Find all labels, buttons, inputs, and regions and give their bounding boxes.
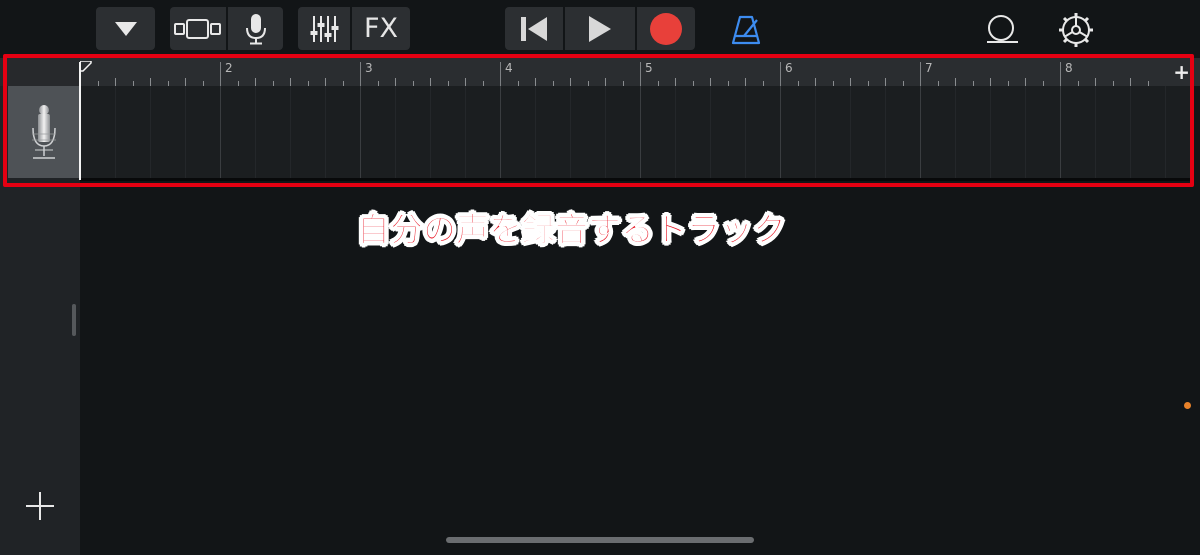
play-icon [589, 15, 611, 42]
metronome-icon [731, 15, 761, 45]
track-resize-handle[interactable] [72, 304, 76, 336]
add-track-button[interactable] [24, 490, 56, 522]
plus-icon [26, 492, 54, 520]
mixer-sliders-icon [310, 15, 339, 42]
microphone-icon [245, 13, 266, 44]
record-button[interactable] [637, 7, 695, 50]
status-dot [1184, 402, 1191, 409]
go-to-beginning-button[interactable] [505, 7, 563, 50]
play-button[interactable] [565, 7, 635, 50]
metronome-button[interactable] [728, 10, 764, 50]
loop-browser-button[interactable] [982, 10, 1022, 50]
loop-icon [987, 15, 1018, 43]
gear-icon [1059, 13, 1093, 47]
tracks-view-icon [174, 18, 221, 39]
fx-button[interactable]: FX [352, 7, 410, 50]
mixer-button[interactable] [298, 7, 350, 50]
triangle-down-icon [114, 21, 137, 36]
fx-label: FX [363, 13, 399, 44]
home-indicator[interactable] [446, 537, 754, 543]
instrument-mic-button[interactable] [228, 7, 283, 50]
record-icon [650, 12, 682, 45]
skip-back-icon [521, 16, 547, 41]
browser-toggle-button[interactable] [96, 7, 155, 50]
settings-button[interactable] [1056, 10, 1096, 50]
annotation-highlight-box [3, 54, 1194, 187]
tracks-view-button[interactable] [170, 7, 226, 50]
control-bar: FX [0, 0, 1200, 58]
annotation-caption: 自分の声を録音するトラック [357, 210, 787, 250]
